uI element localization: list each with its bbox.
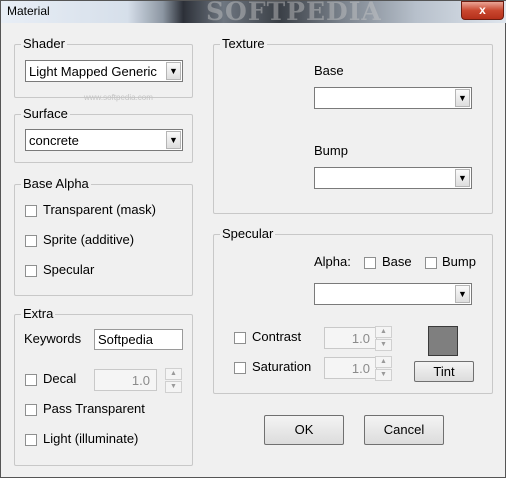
keywords-input[interactable]: Softpedia [94,329,183,350]
contrast-checkbox[interactable] [234,332,246,344]
specular-checkbox[interactable] [25,265,37,277]
extra-group-title: Extra [21,306,56,321]
cancel-button[interactable]: Cancel [364,415,444,445]
specular-label: Specular [43,262,95,277]
tint-color-swatch [428,326,458,356]
contrast-spinner[interactable]: ▲ ▼ [375,326,392,351]
shader-select[interactable]: Light Mapped Generic ▼ [25,60,183,82]
surface-select[interactable]: concrete ▼ [25,129,183,151]
shader-group-title: Shader [21,36,67,51]
sprite-label: Sprite (additive) [43,232,135,247]
saturation-spinner[interactable]: ▲ ▼ [375,356,392,381]
material-dialog: Material SOFTPEDIA x Shader Light Mapped… [0,0,506,478]
decal-checkbox[interactable] [25,374,37,386]
chevron-down-icon[interactable]: ▼ [455,285,470,303]
chevron-down-icon[interactable]: ▼ [455,89,470,107]
shader-select-value: Light Mapped Generic [29,64,157,79]
watermark: SOFTPEDIA [206,0,382,26]
alpha-base-checkbox[interactable] [364,257,376,269]
saturation-value: 1.0 [351,361,370,376]
contrast-label: Contrast [252,329,302,344]
extra-group: Extra Keywords Softpedia Decal 1.0 ▲ ▼ P… [14,306,193,466]
saturation-label: Saturation [252,359,312,374]
pass-transparent-label: Pass Transparent [43,401,145,416]
spin-up-icon[interactable]: ▲ [375,356,392,368]
alpha-label: Alpha: [314,254,351,269]
decal-value-field[interactable]: 1.0 [94,369,157,391]
specular-select[interactable]: ▼ [314,283,472,305]
watermark-url: www.softpedia.com [84,93,153,102]
surface-select-value: concrete [29,133,79,148]
texture-group: Texture Base ▼ Bump ▼ [213,36,493,214]
title-bar[interactable]: Material SOFTPEDIA x [1,0,506,26]
saturation-value-field[interactable]: 1.0 [324,357,377,379]
close-icon: x [479,3,486,17]
texture-base-select[interactable]: ▼ [314,87,472,109]
alpha-bump-checkbox[interactable] [425,257,437,269]
specular-group-title: Specular [220,226,276,241]
chevron-down-icon[interactable]: ▼ [166,131,181,149]
texture-bump-label: Bump [314,143,348,158]
chevron-down-icon[interactable]: ▼ [455,169,470,187]
close-button[interactable]: x [461,1,504,20]
base-alpha-group: Base Alpha Transparent (mask) Sprite (ad… [14,176,193,296]
alpha-base-label: Base [382,254,412,269]
surface-group-title: Surface [21,106,70,121]
texture-base-label: Base [314,63,344,78]
spin-down-icon[interactable]: ▼ [375,339,392,351]
light-checkbox[interactable] [25,434,37,446]
decal-spinner[interactable]: ▲ ▼ [165,368,182,393]
keywords-label: Keywords [24,331,82,346]
window-title: Material [7,4,50,18]
shader-group: Shader Light Mapped Generic ▼ [14,36,193,98]
decal-value: 1.0 [131,373,150,388]
base-alpha-group-title: Base Alpha [21,176,91,191]
transparent-checkbox[interactable] [25,205,37,217]
sprite-checkbox[interactable] [25,235,37,247]
surface-group: Surface concrete ▼ [14,106,193,163]
spin-down-icon[interactable]: ▼ [165,381,182,393]
spin-up-icon[interactable]: ▲ [375,326,392,338]
chevron-down-icon[interactable]: ▼ [166,62,181,80]
transparent-label: Transparent (mask) [43,202,156,217]
spin-down-icon[interactable]: ▼ [375,369,392,381]
ok-button[interactable]: OK [264,415,344,445]
contrast-value: 1.0 [351,331,370,346]
spin-up-icon[interactable]: ▲ [165,368,182,380]
texture-bump-select[interactable]: ▼ [314,167,472,189]
decal-label: Decal [43,371,77,386]
specular-group: Specular Alpha: Base Bump ▼ Contrast 1.0… [213,226,493,394]
light-label: Light (illuminate) [43,431,139,446]
texture-group-title: Texture [220,36,267,51]
saturation-checkbox[interactable] [234,362,246,374]
alpha-bump-label: Bump [442,254,476,269]
pass-transparent-checkbox[interactable] [25,404,37,416]
tint-button[interactable]: Tint [414,361,474,382]
contrast-value-field[interactable]: 1.0 [324,327,377,349]
